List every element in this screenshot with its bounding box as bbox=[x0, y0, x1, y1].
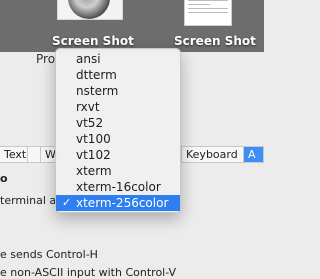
desktop-file-label-1[interactable]: Screen Shot bbox=[52, 34, 134, 48]
document-thumbnail-icon bbox=[188, 0, 228, 1]
menu-item-dtterm[interactable]: dtterm bbox=[56, 67, 180, 83]
menu-item-vt102[interactable]: vt102 bbox=[56, 147, 180, 163]
tab-keyboard[interactable]: Keyboard bbox=[181, 147, 244, 162]
menu-item-xterm[interactable]: xterm bbox=[56, 163, 180, 179]
tab-text[interactable]: Text bbox=[0, 147, 28, 162]
desktop-area: Screen Shot Screen Shot bbox=[0, 0, 264, 52]
escape-non-ascii-label: e non-ASCII input with Control-V bbox=[0, 266, 177, 279]
tab-advanced[interactable]: A bbox=[244, 147, 264, 162]
desktop-file-label-2[interactable]: Screen Shot bbox=[174, 34, 256, 48]
declare-terminal-label: terminal as bbox=[0, 194, 62, 207]
menu-item-ansi[interactable]: ansi bbox=[56, 51, 180, 67]
menu-item-rxvt[interactable]: rxvt bbox=[56, 99, 180, 115]
menu-item-vt100[interactable]: vt100 bbox=[56, 131, 180, 147]
menu-item-nsterm[interactable]: nsterm bbox=[56, 83, 180, 99]
section-heading-fragment: o bbox=[0, 172, 8, 185]
screenshot-file-thumbnail-2[interactable] bbox=[184, 0, 232, 26]
photo-thumbnail-icon bbox=[68, 0, 110, 19]
checkmark-icon: ✓ bbox=[62, 196, 72, 209]
terminal-type-popup-menu: ansi dtterm nsterm rxvt vt52 vt100 vt102… bbox=[55, 48, 181, 213]
profile-label: Pro bbox=[36, 52, 56, 66]
delete-sends-control-h-label: e sends Control-H bbox=[0, 248, 98, 261]
menu-item-xterm-16color[interactable]: xterm-16color bbox=[56, 179, 180, 195]
menu-item-xterm-256color[interactable]: ✓ xterm-256color bbox=[56, 195, 180, 211]
menu-item-vt52[interactable]: vt52 bbox=[56, 115, 180, 131]
screenshot-file-thumbnail-1[interactable] bbox=[57, 0, 123, 20]
